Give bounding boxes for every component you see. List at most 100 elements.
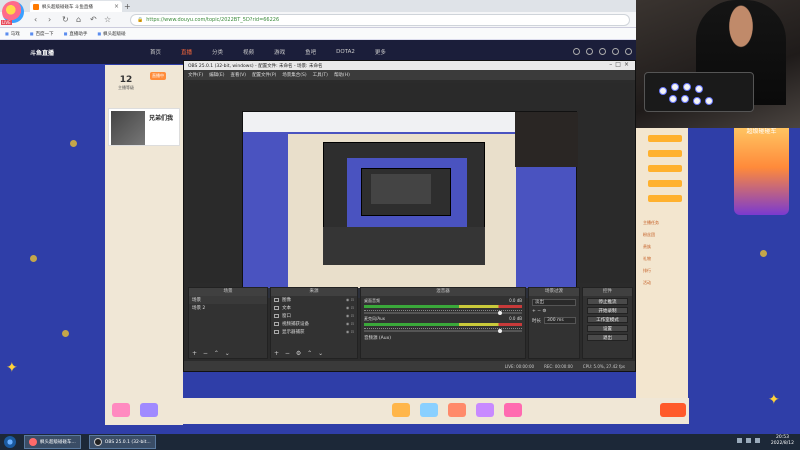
settings-button[interactable]: 设置 — [587, 325, 628, 332]
slider-handle[interactable] — [498, 329, 502, 333]
source-item[interactable]: 图像 ◉ ⊡ — [271, 296, 357, 304]
source-item[interactable]: 显示器捕获 ◉ ⊡ — [271, 328, 357, 336]
tab-close-icon[interactable]: × — [114, 3, 119, 10]
taskbar-browser[interactable]: 枫头超级碰碰车... — [24, 435, 81, 449]
flag-icon[interactable] — [755, 438, 760, 443]
history-icon[interactable] — [573, 48, 580, 55]
slider-handle[interactable] — [498, 311, 502, 315]
visibility-lock-icon[interactable]: ◉ ⊡ — [346, 329, 354, 334]
scenes-toolbar[interactable]: + − ⌃ ⌄ — [189, 349, 267, 358]
nav-item[interactable]: 分类 — [212, 48, 223, 56]
decor-dot — [30, 255, 37, 262]
forward-icon[interactable]: › — [48, 15, 51, 24]
visibility-lock-icon[interactable]: ◉ ⊡ — [346, 321, 354, 326]
nav-item[interactable]: DOTA2 — [336, 49, 355, 55]
bookmark-item[interactable]: 百度一下 — [30, 31, 54, 37]
side-tag: 主播任务 — [643, 220, 659, 225]
obs-preview[interactable] — [188, 83, 633, 298]
gift-item[interactable] — [420, 403, 438, 417]
obs-statusbar: LIVE: 00:00:00 REC: 00:00:00 CPU: 5.0%, … — [184, 361, 635, 371]
menu-help[interactable]: 帮助(H) — [334, 72, 350, 78]
gift-item[interactable] — [504, 403, 522, 417]
side-row[interactable] — [648, 165, 682, 172]
user-avatar-icon[interactable] — [625, 48, 632, 55]
bookmark-item[interactable]: 马戏 — [5, 31, 20, 37]
transition-select[interactable]: 淡出 — [532, 299, 576, 306]
source-item[interactable]: 窗口 ◉ ⊡ — [271, 312, 357, 320]
gift-item[interactable] — [112, 403, 130, 417]
taskbar-obs[interactable]: OBS 25.0.1 (32-bit... — [88, 435, 156, 449]
gift-item[interactable] — [392, 403, 410, 417]
duration-field[interactable]: 300 ms — [544, 317, 576, 324]
window-controls-icon[interactable]: –□× — [609, 61, 632, 68]
site-logo[interactable]: 斗鱼直播 — [30, 48, 130, 57]
scene-item[interactable]: 场景 2 — [189, 304, 267, 312]
source-item[interactable]: 文本 ◉ ⊡ — [271, 304, 357, 312]
bookmark-star-icon[interactable]: ☆ — [104, 15, 111, 24]
side-row[interactable] — [648, 195, 682, 202]
menu-file[interactable]: 文件(F) — [188, 72, 203, 78]
bookmark-item[interactable]: 枫头超级碰 — [97, 31, 126, 37]
nav-item[interactable]: 更多 — [375, 48, 386, 56]
network-icon[interactable] — [737, 438, 742, 443]
scenes-dock: 场景 场景 场景 2 + − ⌃ ⌄ — [188, 287, 268, 359]
mixer-dock-title: 混音器 — [361, 288, 525, 296]
nav-item[interactable]: 视频 — [243, 48, 254, 56]
back-icon[interactable]: ‹ — [34, 15, 37, 24]
controls-dock: 控件 停止推流 开始录制 工作室模式 设置 退出 — [582, 287, 633, 359]
message-icon[interactable] — [599, 48, 606, 55]
text-source-icon — [274, 305, 279, 310]
volume-slider[interactable] — [364, 329, 522, 333]
transition-controls[interactable]: + − ⚙ — [532, 309, 576, 314]
follow-icon[interactable] — [586, 48, 593, 55]
arcade-stick — [644, 72, 754, 112]
gift-item[interactable] — [448, 403, 466, 417]
volume-slider[interactable] — [364, 311, 522, 315]
visibility-lock-icon[interactable]: ◉ ⊡ — [346, 305, 354, 310]
nav-item[interactable]: 鱼吧 — [305, 48, 316, 56]
side-tag: 粉丝团 — [643, 232, 655, 237]
nav-item[interactable]: 游戏 — [274, 48, 285, 56]
home-icon[interactable]: ⌂ — [76, 15, 81, 24]
sources-toolbar[interactable]: + − ⚙ ⌃ ⌄ — [271, 349, 357, 358]
download-icon[interactable] — [612, 48, 619, 55]
menu-edit[interactable]: 编辑(E) — [209, 72, 224, 78]
reload-icon[interactable]: ↻ — [62, 15, 69, 24]
streamer-name[interactable]: 兄弟们我 — [149, 113, 173, 122]
scene-item[interactable]: 场景 — [189, 296, 267, 304]
obs-titlebar[interactable]: OBS 25.0.1 (32-bit, windows) - 配置文件: 未命名… — [184, 61, 635, 70]
undo-icon[interactable]: ↶ — [90, 15, 97, 24]
gift-item[interactable] — [140, 403, 158, 417]
nav-item[interactable]: 首页 — [150, 48, 161, 56]
side-row[interactable] — [648, 150, 682, 157]
visibility-lock-icon[interactable]: ◉ ⊡ — [346, 297, 354, 302]
browser-tab[interactable]: 枫头超级碰碰车 斗鱼直播 × — [30, 1, 122, 12]
menu-profile[interactable]: 配置文件(P) — [252, 72, 276, 78]
side-tag: 礼物 — [643, 256, 651, 261]
url-field[interactable]: 🔒 https://www.douyu.com/topic/2022BT_5D?… — [130, 14, 630, 26]
source-item[interactable]: 视频捕获设备 ◉ ⊡ — [271, 320, 357, 328]
menu-view[interactable]: 查看(V) — [230, 72, 246, 78]
clock[interactable]: 20:53 2022/8/12 — [771, 435, 794, 447]
bookmark-item[interactable]: 直播助手 — [64, 31, 87, 37]
nav-item-active[interactable]: 直播 — [181, 48, 192, 56]
send-gift-button[interactable] — [660, 403, 686, 417]
streamer-avatar[interactable] — [111, 111, 145, 145]
studio-mode-button[interactable]: 工作室模式 — [587, 316, 628, 323]
side-row[interactable] — [648, 180, 682, 187]
streamer-card[interactable]: 兄弟们我 — [108, 108, 180, 146]
menu-tools[interactable]: 工具(T) — [313, 72, 328, 78]
exit-button[interactable]: 退出 — [587, 334, 628, 341]
start-recording-button[interactable]: 开始录制 — [587, 307, 628, 314]
event-badge[interactable]: 超级碰碰车 — [734, 120, 789, 215]
new-tab-icon[interactable]: + — [124, 2, 131, 11]
mixer-dock: 混音器 桌面音频 0.0 dB 麦克风/Aux 0.0 dB 音频源 (Aux) — [360, 287, 526, 359]
tab-title: 枫头超级碰碰车 斗鱼直播 — [42, 4, 93, 10]
menu-scene-collection[interactable]: 场景集合(S) — [282, 72, 306, 78]
gift-item[interactable] — [476, 403, 494, 417]
volume-icon[interactable] — [746, 438, 751, 443]
side-row[interactable] — [648, 135, 682, 142]
visibility-lock-icon[interactable]: ◉ ⊡ — [346, 313, 354, 318]
start-button-icon[interactable] — [4, 436, 16, 448]
stop-streaming-button[interactable]: 停止推流 — [587, 298, 628, 305]
